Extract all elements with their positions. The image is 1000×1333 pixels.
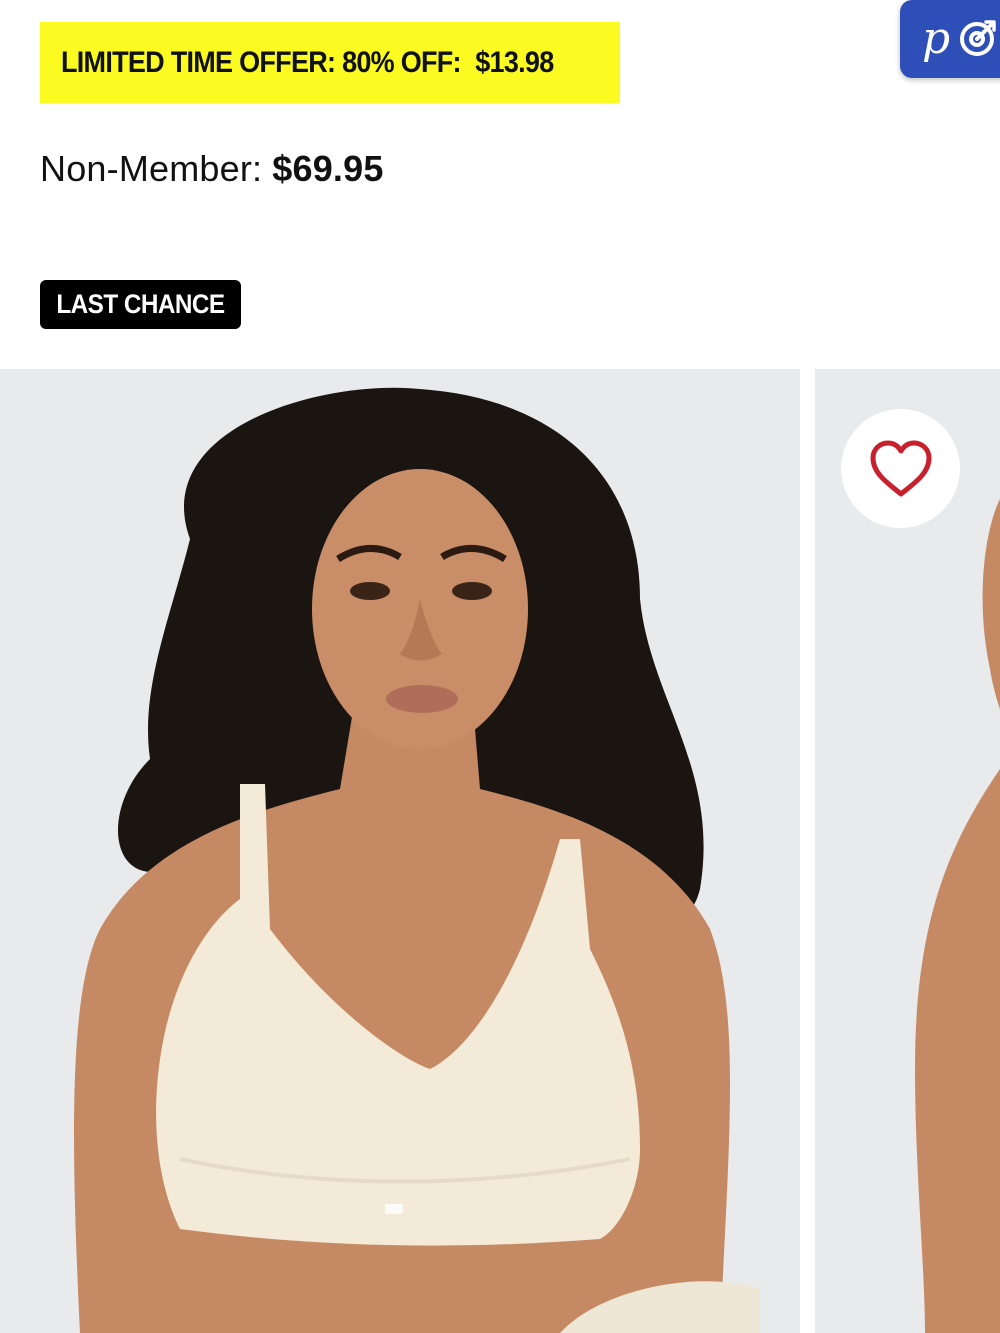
- offer-text: LIMITED TIME OFFER: 80% OFF: $13.98: [61, 46, 554, 80]
- non-member-label: Non-Member:: [40, 148, 263, 189]
- last-chance-badge: LAST CHANCE: [40, 280, 241, 329]
- non-member-price-line: Non-Member: $69.95: [40, 148, 384, 190]
- offer-price: $13.98: [475, 45, 554, 79]
- wishlist-button[interactable]: [841, 409, 960, 528]
- product-image-gallery[interactable]: [0, 369, 1000, 1333]
- offer-label: LIMITED TIME OFFER: 80% OFF:: [61, 45, 462, 79]
- product-photo-front[interactable]: [0, 369, 800, 1333]
- target-icon: [960, 20, 996, 56]
- badge-p-letter: p: [922, 13, 951, 64]
- model-photo: [0, 369, 800, 1333]
- limited-offer-banner: LIMITED TIME OFFER: 80% OFF: $13.98: [40, 22, 620, 103]
- heart-outline-icon: [870, 440, 931, 496]
- non-member-price: $69.95: [272, 148, 384, 189]
- last-chance-label: LAST CHANCE: [56, 289, 225, 319]
- floating-extension-badge[interactable]: p: [900, 0, 1000, 78]
